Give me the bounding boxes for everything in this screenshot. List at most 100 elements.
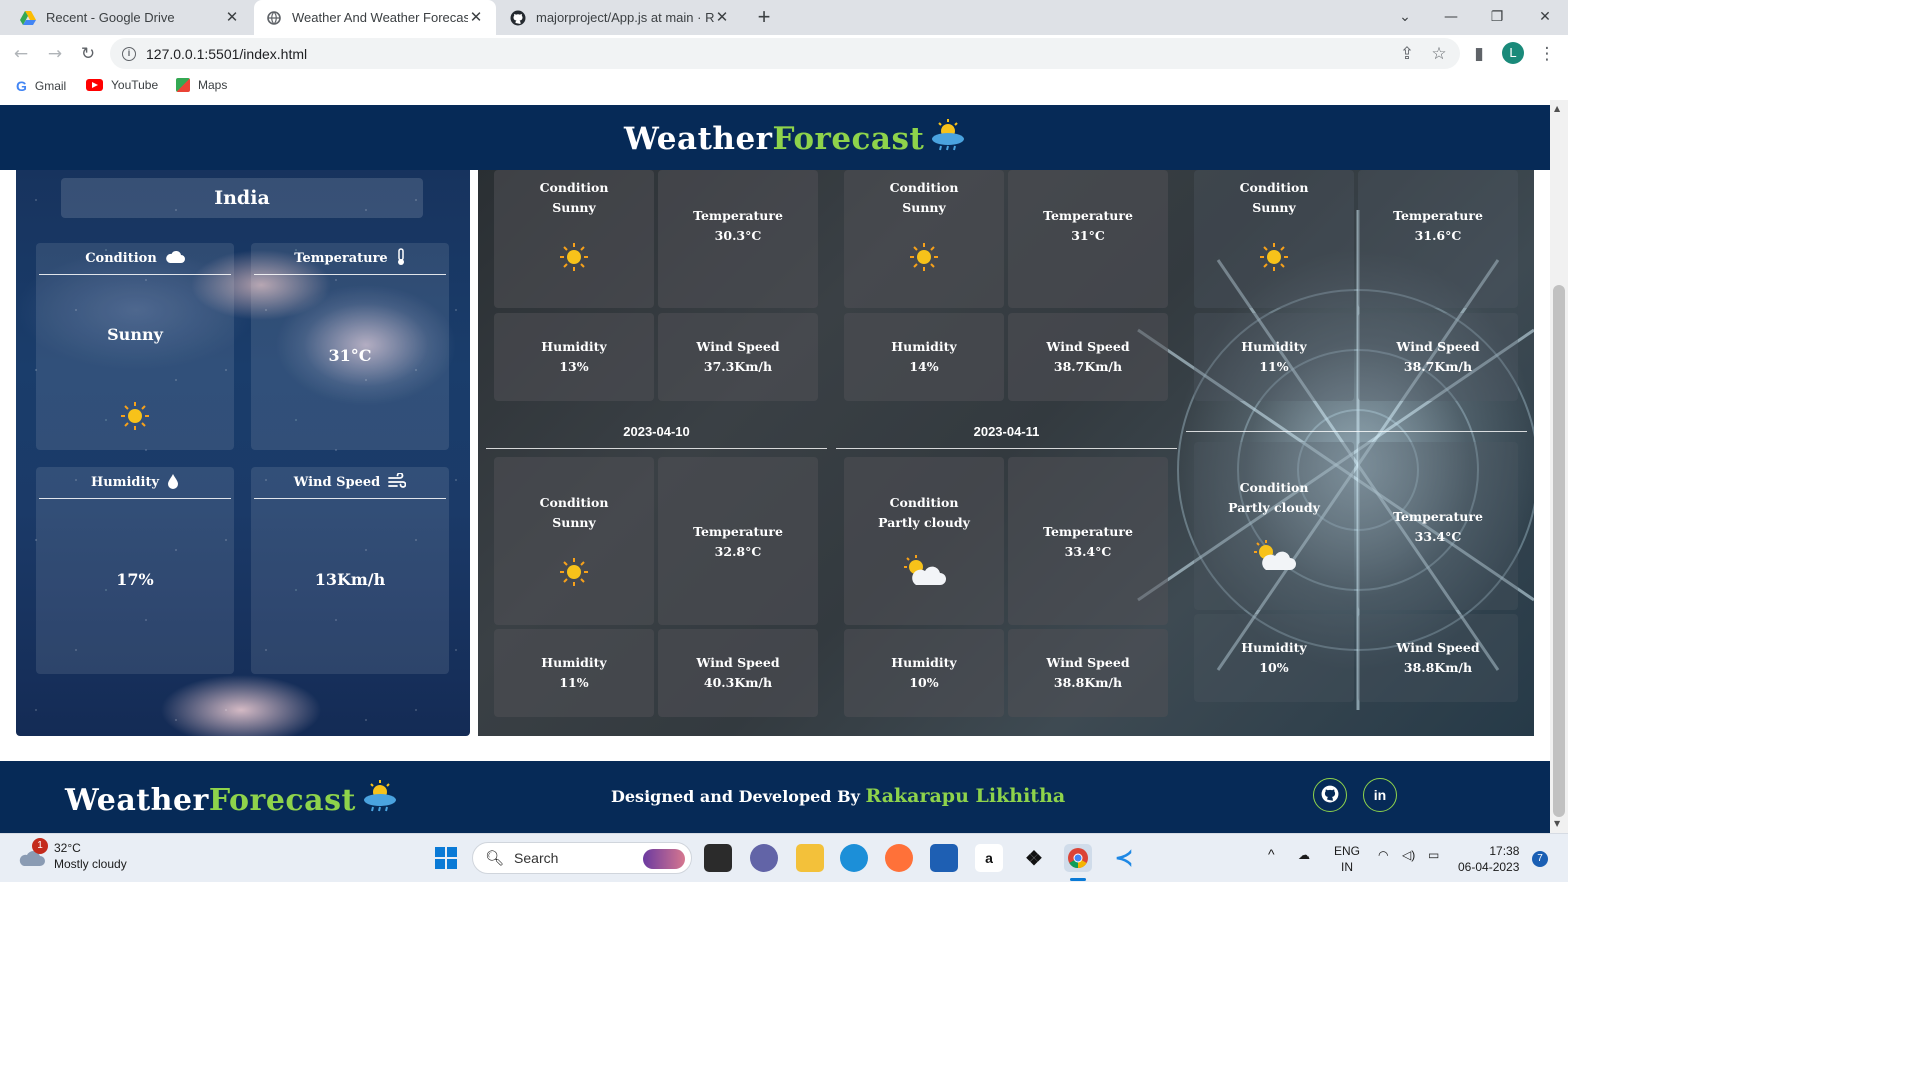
volume-icon[interactable]: ◁): [1402, 848, 1415, 862]
language-indicator[interactable]: ENG IN: [1334, 843, 1360, 875]
scroll-up-icon[interactable]: ▲: [1554, 104, 1560, 113]
card-label: Wind Speed: [696, 339, 780, 354]
wifi-icon[interactable]: ◠: [1378, 848, 1388, 862]
tab-github[interactable]: majorproject/App.js at main · Rak ✕: [498, 0, 742, 35]
site-logo[interactable]: Weather Forecast: [624, 119, 966, 159]
tab-google-drive[interactable]: Recent - Google Drive ✕: [8, 0, 252, 35]
card-label: Wind Speed: [1046, 339, 1130, 354]
tab-search-chevron-icon[interactable]: ⌄: [1390, 4, 1420, 30]
forecast-humidity-card: Humidity 11%: [494, 629, 654, 717]
card-label: Wind Speed: [696, 655, 780, 670]
address-bar[interactable]: i 127.0.0.1:5501/index.html: [110, 38, 1460, 69]
page-scrollbar[interactable]: ▲ ▼: [1550, 100, 1568, 833]
sun-cloud-logo-icon: [928, 119, 966, 159]
teams-chat-icon[interactable]: [750, 844, 778, 872]
bookmark-label: YouTube: [111, 78, 159, 92]
chrome-page-icon: [266, 10, 282, 26]
temperature-value: 33.4°C: [1064, 544, 1112, 559]
share-icon[interactable]: ⇪: [1394, 41, 1420, 67]
search-icon: 🔍︎: [485, 850, 505, 867]
wind-value: 38.8Km/h: [1403, 660, 1473, 675]
github-link[interactable]: [1313, 778, 1347, 812]
language-code: ENG: [1334, 844, 1361, 858]
droplet-icon: [167, 473, 179, 493]
humidity-value: 10%: [1259, 660, 1289, 675]
back-icon[interactable]: ←: [8, 41, 34, 67]
profile-avatar[interactable]: L: [1502, 42, 1524, 64]
taskbar-weather-widget[interactable]: 1 32°C Mostly cloudy: [18, 838, 127, 874]
card-label: Humidity: [891, 655, 957, 670]
humidity-value: 13%: [559, 359, 589, 374]
bookmark-gmail[interactable]: G Gmail: [16, 78, 66, 94]
tab-weather[interactable]: Weather And Weather Forecast - ✕: [254, 0, 496, 35]
forecast-condition-card: Condition Sunny: [844, 170, 1004, 308]
forward-icon[interactable]: →: [42, 41, 68, 67]
onedrive-icon[interactable]: ☁: [1298, 848, 1310, 862]
partly-cloudy-icon: [902, 555, 948, 590]
bookmark-star-icon[interactable]: ☆: [1426, 41, 1452, 67]
condition-value: Sunny: [902, 200, 946, 215]
cloud-icon: [165, 250, 185, 268]
wind-value: 37.3Km/h: [703, 359, 773, 374]
card-label: Temperature: [693, 524, 783, 539]
url-text: 127.0.0.1:5501/index.html: [146, 45, 308, 62]
taskbar-search[interactable]: 🔍︎ Search: [472, 842, 692, 874]
footer-logo[interactable]: Weather Forecast: [65, 780, 398, 820]
bookmark-label: Gmail: [34, 79, 67, 93]
tray-overflow-chevron-icon[interactable]: ^: [1268, 846, 1275, 862]
card-header: Temperature: [254, 243, 446, 275]
forecast-humidity-card: Humidity 10%: [1194, 614, 1354, 702]
wind-value: 13Km/h: [314, 570, 386, 589]
task-view-icon[interactable]: [704, 844, 732, 872]
dropbox-icon[interactable]: ❖: [1020, 844, 1048, 872]
card-label: Condition: [85, 251, 157, 266]
forecast-temperature-card: Temperature 30.3°C: [658, 170, 818, 308]
close-window-button[interactable]: ✕: [1530, 4, 1560, 30]
firefox-icon[interactable]: [885, 844, 913, 872]
site-info-icon[interactable]: i: [122, 46, 136, 61]
condition-value: Sunny: [107, 325, 163, 344]
close-tab-icon[interactable]: ✕: [224, 9, 240, 26]
sun-icon: [909, 242, 939, 275]
minimize-button[interactable]: —: [1436, 4, 1466, 30]
amazon-icon[interactable]: a: [975, 844, 1003, 872]
temperature-value: 32.8°C: [714, 544, 762, 559]
thermometer-icon: [396, 247, 406, 270]
windows-start-icon[interactable]: [432, 844, 460, 872]
scrollbar-thumb[interactable]: [1553, 285, 1565, 817]
logo-word-forecast: Forecast: [772, 121, 925, 157]
close-tab-icon[interactable]: ✕: [714, 9, 730, 26]
tab-title: Recent - Google Drive: [46, 10, 175, 25]
microsoft-store-icon[interactable]: [930, 844, 958, 872]
tab-strip: Recent - Google Drive ✕ Weather And Weat…: [0, 0, 1568, 35]
bookmark-youtube[interactable]: YouTube: [86, 78, 158, 92]
new-tab-button[interactable]: +: [752, 4, 776, 30]
clock[interactable]: 17:38 06-04-2023: [1458, 843, 1519, 875]
battery-icon[interactable]: ▭: [1428, 848, 1439, 862]
humidity-value: 10%: [909, 675, 939, 690]
forecast-condition-card: Condition Sunny: [1194, 170, 1354, 308]
chrome-icon[interactable]: [1064, 844, 1092, 872]
wind-value: 38.8Km/h: [1053, 675, 1123, 690]
restore-button[interactable]: ❐: [1482, 4, 1512, 30]
sun-icon: [559, 557, 589, 590]
forecast-temperature-card: Temperature 33.4°C: [1358, 442, 1518, 610]
condition-value: Sunny: [1252, 200, 1296, 215]
file-explorer-icon[interactable]: [796, 844, 824, 872]
current-condition-card: Condition Sunny: [36, 243, 234, 450]
close-tab-icon[interactable]: ✕: [468, 9, 484, 26]
wind-icon: [388, 471, 407, 493]
menu-icon[interactable]: ⋮: [1534, 41, 1560, 67]
forecast-date-header: 2023-04-11: [836, 415, 1177, 449]
linkedin-link[interactable]: in: [1363, 778, 1397, 812]
side-panel-icon[interactable]: ▮: [1466, 41, 1492, 67]
bookmark-maps[interactable]: Maps: [176, 78, 227, 92]
reload-icon[interactable]: ↻: [75, 41, 101, 67]
notification-count-badge[interactable]: 7: [1532, 851, 1548, 867]
scroll-down-icon[interactable]: ▼: [1554, 819, 1560, 828]
forecast-humidity-card: Humidity 10%: [844, 629, 1004, 717]
card-header: Humidity: [39, 467, 231, 499]
edge-icon[interactable]: [840, 844, 868, 872]
forecast-temperature-card: Temperature 31°C: [1008, 170, 1168, 308]
vscode-icon[interactable]: ≺: [1110, 844, 1138, 872]
